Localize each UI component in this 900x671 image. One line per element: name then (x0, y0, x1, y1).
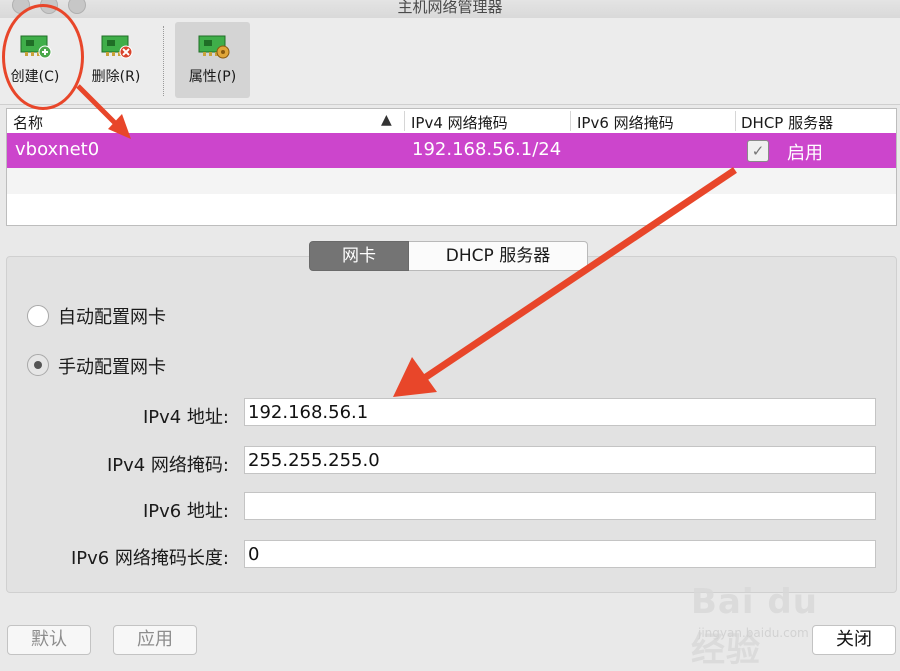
details-panel: 自动配置网卡 手动配置网卡 IPv4 地址: 192.168.56.1 IPv4… (6, 256, 897, 593)
ipv6-address-field[interactable] (244, 492, 876, 520)
table-row[interactable]: vboxnet0 192.168.56.1/24 ✓ 启用 (7, 133, 896, 168)
column-divider (570, 111, 571, 131)
tab-adapter[interactable]: 网卡 (309, 241, 409, 271)
toolbar-separator (163, 26, 164, 96)
ipv4-mask-label: IPv4 网络掩码: (106, 455, 229, 476)
ipv4-address-label: IPv4 地址: (142, 407, 229, 428)
host-network-table[interactable]: 名称 ▲ IPv4 网络掩码 IPv6 网络掩码 DHCP 服务器 vboxne… (6, 108, 897, 226)
properties-label: 属性(P) (188, 69, 237, 85)
zoom-window-button[interactable] (68, 0, 86, 14)
remove-button[interactable]: 删除(R) (84, 22, 148, 98)
ipv6-prefix-label: IPv6 网络掩码长度: (70, 548, 229, 569)
window-title: 主机网络管理器 (397, 0, 503, 16)
remove-label: 删除(R) (91, 69, 141, 85)
column-header-name[interactable]: 名称 (13, 112, 43, 132)
ipv4-mask-field[interactable]: 255.255.255.0 (244, 446, 876, 474)
table-header: 名称 ▲ IPv4 网络掩码 IPv6 网络掩码 DHCP 服务器 (7, 109, 896, 134)
annotation-circle (2, 4, 84, 110)
auto-config-radio[interactable] (27, 305, 49, 327)
manual-config-label: 手动配置网卡 (58, 357, 166, 378)
table-row-empty (7, 168, 896, 194)
column-divider (404, 111, 405, 131)
table-row-empty (7, 194, 896, 220)
ipv4-address-field[interactable]: 192.168.56.1 (244, 398, 876, 426)
title-bar: 主机网络管理器 (0, 0, 900, 18)
column-header-ipv4[interactable]: IPv4 网络掩码 (411, 112, 508, 132)
network-card-remove-icon (101, 35, 133, 59)
ipv6-prefix-field[interactable]: 0 (244, 540, 876, 568)
watermark-url: jingyan.baidu.com (698, 626, 809, 640)
reset-button[interactable]: 默认 (7, 625, 91, 655)
dhcp-enabled-checkbox[interactable]: ✓ (747, 140, 769, 162)
column-header-dhcp[interactable]: DHCP 服务器 (741, 112, 833, 132)
sort-ascending-icon: ▲ (381, 112, 392, 128)
toolbar: 创建(C) 删除(R) 属性(P) (0, 18, 900, 105)
row-name: vboxnet0 (15, 139, 100, 160)
column-divider (735, 111, 736, 131)
apply-button[interactable]: 应用 (113, 625, 197, 655)
properties-button[interactable]: 属性(P) (175, 22, 250, 98)
watermark: Bai du 经验 jingyan.baidu.com (686, 572, 846, 670)
network-card-properties-icon (198, 35, 229, 59)
manual-config-radio[interactable] (27, 354, 49, 376)
tab-bar: 网卡 DHCP 服务器 (309, 241, 588, 271)
tab-dhcp-server[interactable]: DHCP 服务器 (409, 241, 588, 271)
auto-config-label: 自动配置网卡 (58, 307, 166, 328)
ipv6-address-label: IPv6 地址: (142, 501, 229, 522)
row-ipv4-mask: 192.168.56.1/24 (412, 139, 562, 160)
column-header-ipv6[interactable]: IPv6 网络掩码 (577, 112, 674, 132)
row-dhcp-label: 启用 (787, 143, 823, 164)
